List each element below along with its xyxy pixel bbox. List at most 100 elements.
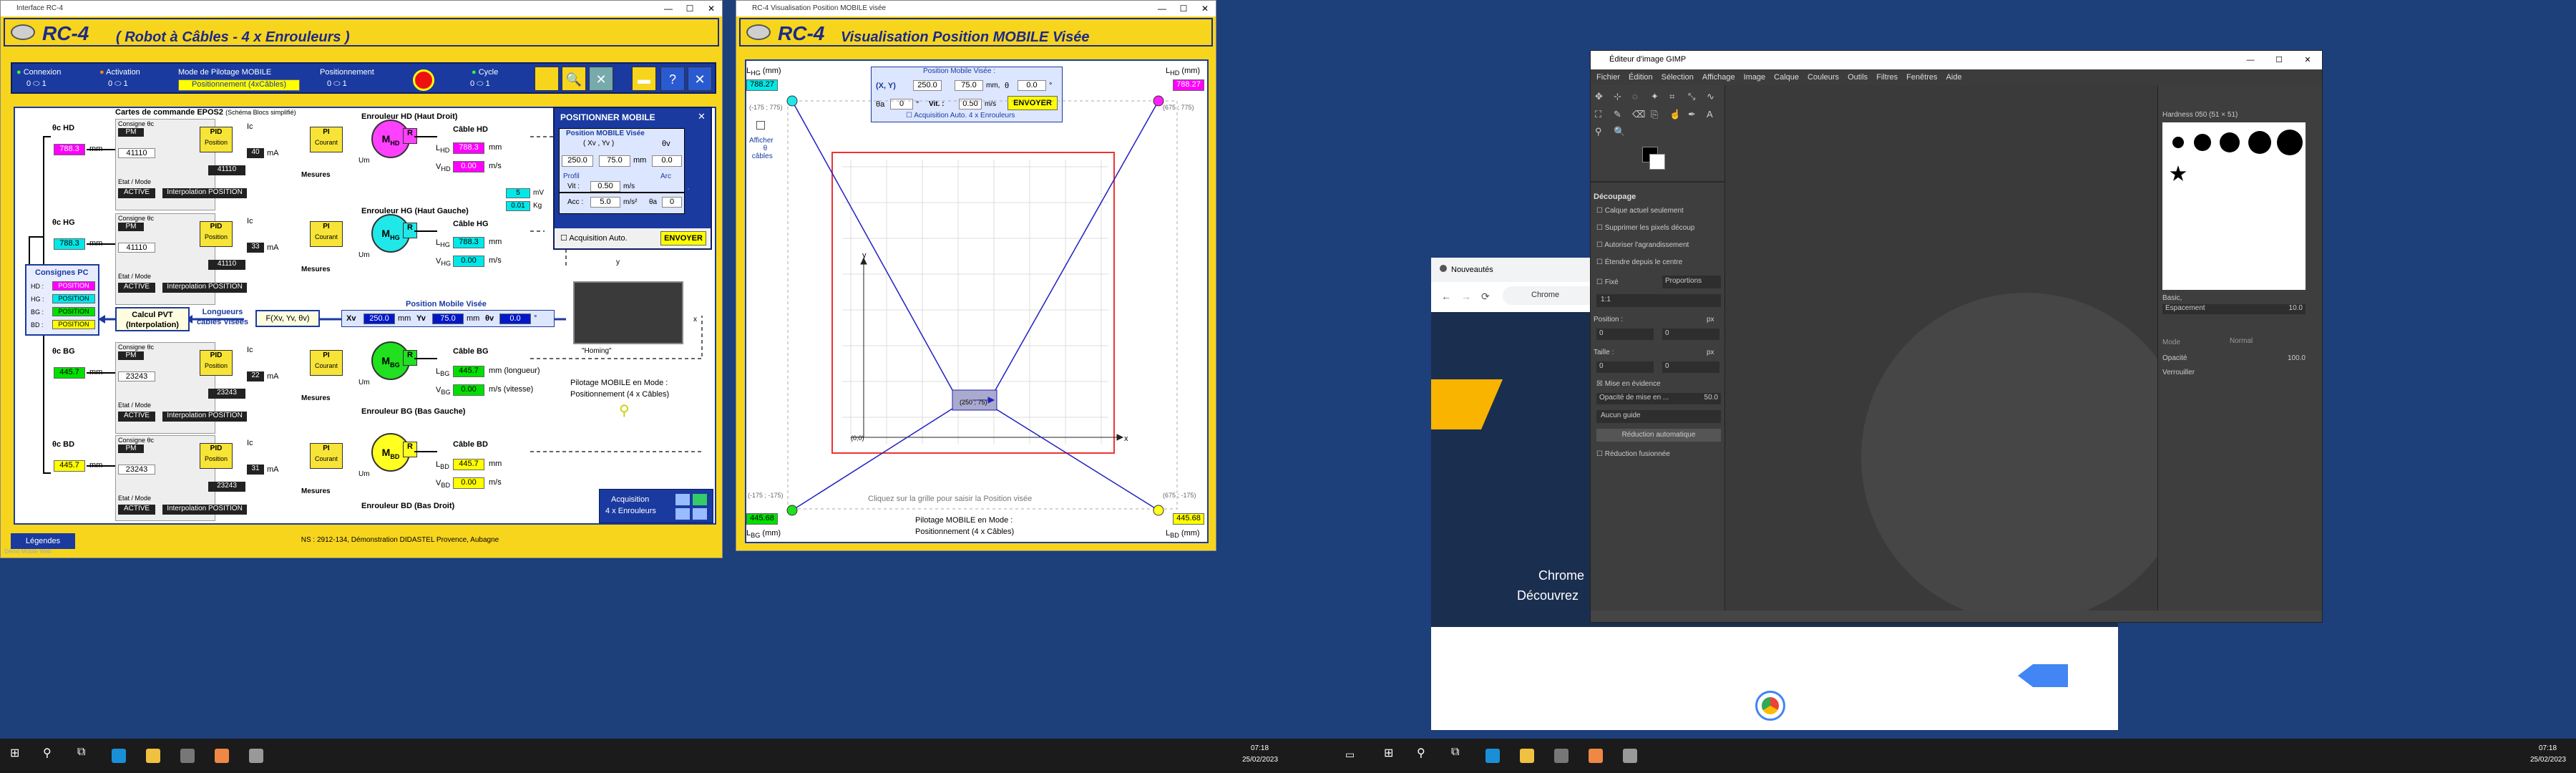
text-tool-icon[interactable]: A: [1707, 109, 1722, 124]
background-color[interactable]: [1649, 154, 1665, 170]
theta-a-input[interactable]: 0: [662, 197, 682, 208]
opt-checkbox-3[interactable]: ☐ Autoriser l'agrandissement: [1596, 241, 1689, 249]
move-tool-icon[interactable]: ✥: [1595, 91, 1611, 106]
acq-auto-checkbox[interactable]: ☐ Acquisition Auto.: [560, 233, 628, 243]
chrome-taskbar-icon[interactable]: [1589, 749, 1603, 763]
gimp-canvas[interactable]: [1725, 85, 2157, 611]
close-button[interactable]: ✕: [701, 1, 722, 16]
opt-checkbox-2[interactable]: ☐ Supprimer les pixels découp: [1596, 224, 1694, 232]
start-icon[interactable]: ⊞: [10, 746, 24, 760]
task-view-icon[interactable]: ⧉: [77, 746, 92, 760]
ratio-input[interactable]: 1:1: [1596, 294, 1721, 307]
store-icon[interactable]: [1520, 749, 1534, 763]
reload-icon[interactable]: ⟳: [1481, 291, 1490, 303]
app-icon[interactable]: [180, 749, 195, 763]
gimp-menu-item[interactable]: Aide: [1946, 73, 1962, 82]
guide-select[interactable]: Aucun guide: [1596, 410, 1721, 423]
mode-select[interactable]: Normal: [2230, 337, 2287, 347]
position-x-input[interactable]: 0: [1596, 329, 1654, 340]
chrome-tab[interactable]: Nouveautés: [1440, 265, 1493, 274]
legendes-button[interactable]: Légendes: [11, 533, 75, 549]
reduction-button[interactable]: Réduction automatique: [1596, 429, 1721, 442]
proportions-select[interactable]: Proportions: [1662, 276, 1721, 288]
align-tool-icon[interactable]: ⊹: [1614, 91, 1629, 106]
task-view-icon[interactable]: ⧉: [1451, 746, 1465, 760]
close-app-icon[interactable]: ✕: [688, 67, 712, 91]
mise-checkbox[interactable]: ☒ Mise en évidence: [1596, 380, 1661, 388]
acc-input[interactable]: 5.0: [590, 197, 620, 208]
gimp-menu-item[interactable]: Édition: [1629, 73, 1653, 82]
lasso-tool-icon[interactable]: ◌: [1632, 91, 1648, 106]
minimize-icon[interactable]: ▬: [632, 67, 656, 91]
minimize-button[interactable]: —: [2236, 51, 2265, 69]
search-icon[interactable]: ⚲: [1417, 746, 1431, 760]
search-icon[interactable]: 🔍: [562, 67, 586, 91]
search-icon[interactable]: ⚲: [43, 746, 57, 760]
transform-tool-icon[interactable]: ⤡: [1688, 91, 1704, 106]
edge-icon[interactable]: [112, 749, 126, 763]
maximize-button[interactable]: ☐: [679, 1, 701, 16]
opt-checkbox-1[interactable]: ☐ Calque actuel seulement: [1596, 207, 1684, 215]
x-input[interactable]: 250.0: [562, 155, 593, 167]
theta-input[interactable]: 0.0: [652, 155, 682, 167]
gimp-menu-item[interactable]: Outils: [1848, 73, 1868, 82]
emergency-stop-button[interactable]: [413, 69, 434, 91]
espacement-slider[interactable]: Espacement 10.0: [2162, 304, 2306, 314]
minimize-button[interactable]: —: [658, 1, 679, 16]
path-tool-icon[interactable]: ✒: [1688, 109, 1704, 124]
vit-input[interactable]: 0.50: [590, 181, 620, 192]
size-h-input[interactable]: 0: [1662, 361, 1719, 373]
acq-btn-3[interactable]: [675, 508, 690, 520]
maximize-button[interactable]: ☐: [2265, 51, 2293, 69]
opacite-slider[interactable]: Opacité 100.0: [2162, 354, 2306, 364]
paint-bucket-icon[interactable]: ⛶: [1595, 109, 1611, 124]
edge-icon[interactable]: [1485, 749, 1500, 763]
y-input[interactable]: 75.0: [599, 155, 630, 167]
gimp-menu-item[interactable]: Couleurs: [1807, 73, 1839, 82]
cycle-toggle[interactable]: 0 ⬭ 1: [470, 79, 490, 89]
gimp-menu-item[interactable]: Fenêtres: [1906, 73, 1937, 82]
zoom-tool-icon[interactable]: 🔍: [1614, 126, 1629, 141]
reduction-checkbox[interactable]: ☐ Réduction fusionnée: [1596, 450, 1670, 458]
tool-icon[interactable]: [535, 67, 559, 91]
acq-btn-4[interactable]: [693, 508, 707, 520]
clock-date[interactable]: 25/02/2023: [2530, 756, 2566, 764]
fixe-checkbox[interactable]: ☐ Fixé: [1596, 278, 1619, 286]
rc4-taskbar-icon[interactable]: [249, 749, 263, 763]
brush-grid[interactable]: [2162, 122, 2306, 290]
start-icon[interactable]: ⊞: [1384, 746, 1398, 760]
color-picker-icon[interactable]: ⚲: [1595, 126, 1611, 141]
fuzzy-select-icon[interactable]: ✦: [1651, 91, 1667, 106]
address-chip[interactable]: Chrome: [1531, 291, 1559, 299]
gimp-menu-item[interactable]: Filtres: [1876, 73, 1898, 82]
acq-btn-1[interactable]: [675, 494, 690, 505]
position-y-input[interactable]: 0: [1662, 329, 1719, 340]
size-w-input[interactable]: 0: [1596, 361, 1654, 373]
opt-checkbox-4[interactable]: ☐ Étendre depuis le centre: [1596, 258, 1682, 266]
gimp-menu-item[interactable]: Affichage: [1702, 73, 1735, 82]
gimp-menu-item[interactable]: Calque: [1774, 73, 1799, 82]
mode-select[interactable]: Positionnement (4xCâbles): [178, 79, 300, 91]
clock-time[interactable]: 07:18: [2539, 744, 2557, 752]
grid-close-icon[interactable]: ✕: [589, 67, 613, 91]
envoyer-button[interactable]: ENVOYER: [660, 231, 706, 245]
clock-date[interactable]: 25/02/2023: [1242, 756, 1278, 764]
nav-back-icon[interactable]: ←: [1441, 291, 1451, 302]
positionnement-toggle[interactable]: 0 ⬭ 1: [327, 79, 347, 89]
gimp-menu-item[interactable]: Fichier: [1596, 73, 1620, 82]
close-icon[interactable]: ✕: [698, 111, 706, 122]
store-icon[interactable]: [146, 749, 160, 763]
app-icon[interactable]: [1554, 749, 1568, 763]
activation-toggle[interactable]: 0 ⬭ 1: [108, 79, 128, 89]
clone-tool-icon[interactable]: ⎘: [1651, 109, 1667, 124]
nav-forward-icon[interactable]: →: [1461, 291, 1471, 302]
close-button[interactable]: ✕: [2293, 51, 2322, 69]
warp-tool-icon[interactable]: ∿: [1707, 91, 1722, 106]
gimp-taskbar-icon[interactable]: [1623, 749, 1637, 763]
clock-time[interactable]: 07:18: [1251, 744, 1269, 752]
gimp-menu-item[interactable]: Sélection: [1662, 73, 1694, 82]
chrome-taskbar-icon[interactable]: [215, 749, 229, 763]
eraser-icon[interactable]: ⌫: [1632, 109, 1648, 124]
paintbrush-icon[interactable]: ✎: [1614, 109, 1629, 124]
crop-tool-icon[interactable]: ⌗: [1669, 91, 1685, 106]
